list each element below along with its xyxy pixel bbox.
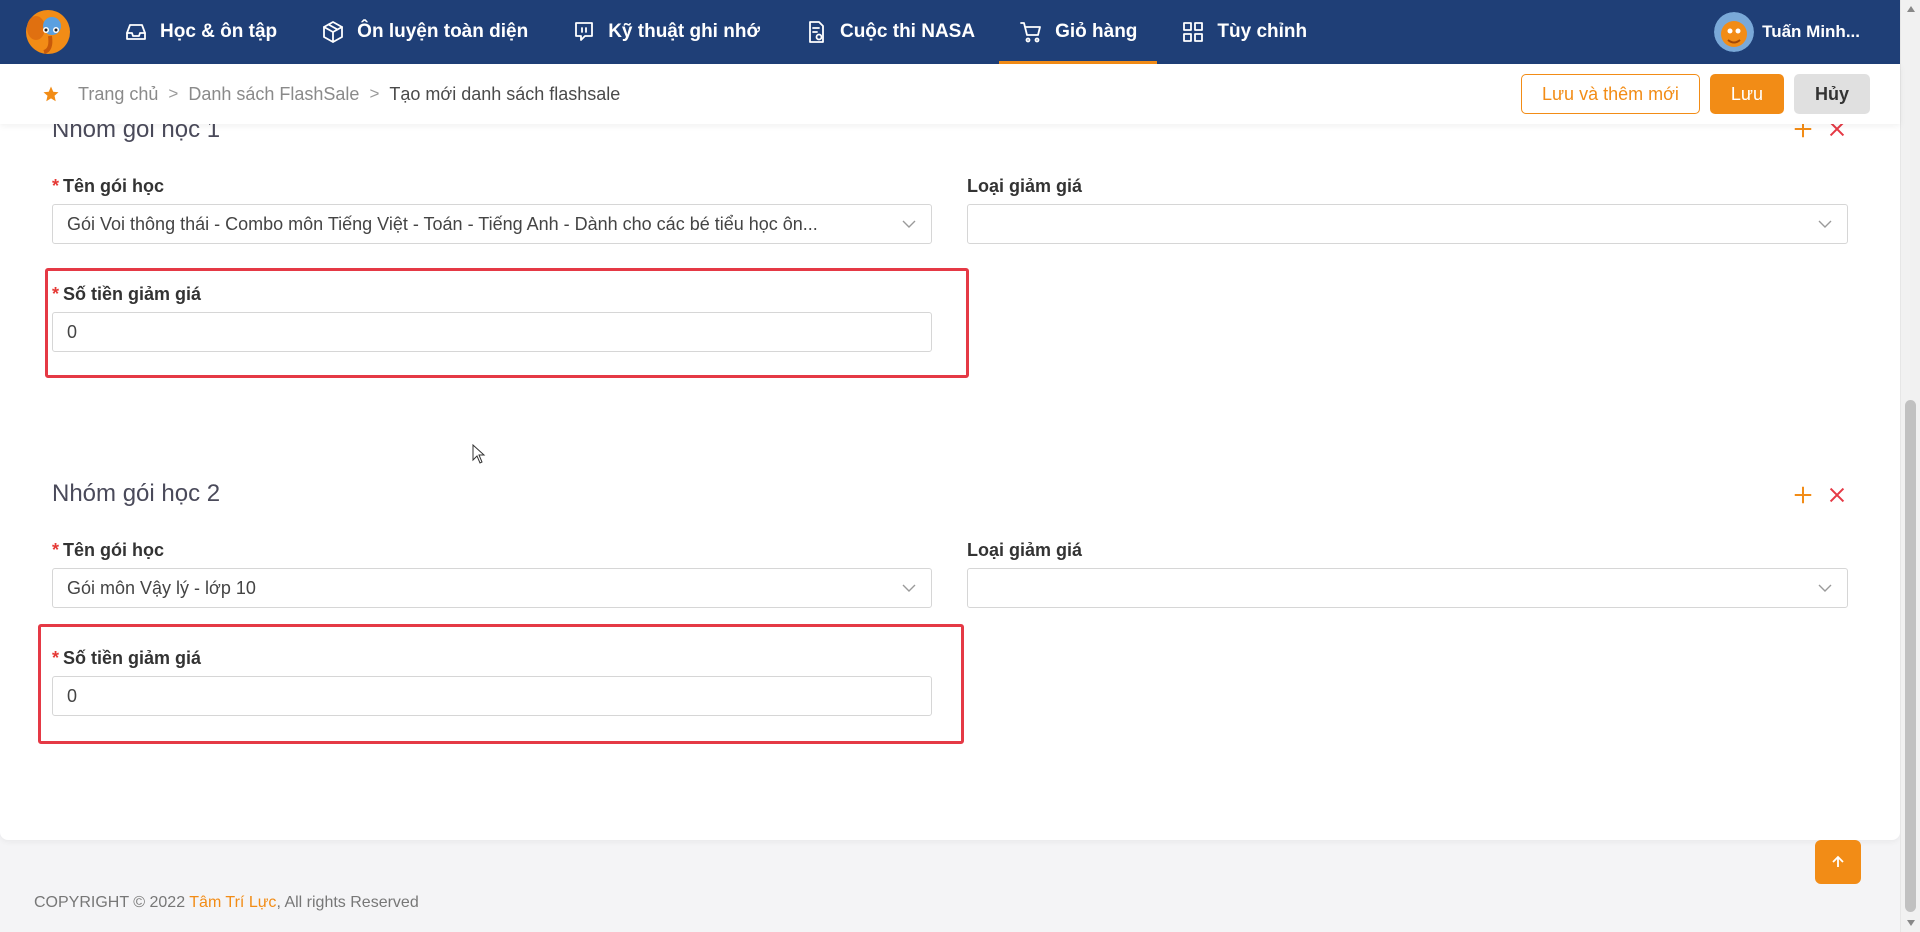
close-icon[interactable] bbox=[1826, 124, 1848, 140]
nav-item-label: Giỏ hàng bbox=[1055, 21, 1138, 42]
chat-icon bbox=[575, 22, 594, 41]
nav-item-tuy-chinh[interactable]: Tùy chỉnh bbox=[1159, 0, 1329, 64]
highlight-box bbox=[45, 268, 969, 378]
footer-copyright: COPYRIGHT © 2022 Tâm Trí Lực, All rights… bbox=[34, 894, 419, 912]
group-actions bbox=[1780, 124, 1848, 140]
save-and-new-button[interactable]: Lưu và thêm mới bbox=[1521, 74, 1700, 114]
document-icon bbox=[809, 21, 824, 43]
discount-type-select[interactable] bbox=[967, 204, 1848, 244]
top-navbar: Học & ôn tập Ôn luyện toàn diện Kỹ thuật… bbox=[0, 0, 1900, 64]
chevron-down-icon bbox=[902, 220, 916, 228]
user-menu[interactable]: Tuấn Minh... bbox=[1714, 12, 1860, 52]
group-actions bbox=[1780, 484, 1848, 506]
breadcrumb-separator: > bbox=[168, 84, 179, 103]
label-text: Loại giảm giá bbox=[967, 176, 1083, 196]
add-icon[interactable] bbox=[1792, 484, 1814, 506]
label-text: Tên gói học bbox=[63, 540, 165, 560]
label-text: Tên gói học bbox=[63, 176, 165, 196]
scroll-down-arrow-icon[interactable] bbox=[1901, 914, 1920, 932]
inbox-icon bbox=[126, 24, 146, 40]
select-value: Gói môn Vậy lý - lớp 10 bbox=[67, 577, 256, 598]
nav-item-cuoc-thi[interactable]: Cuộc thi NASA bbox=[782, 0, 997, 64]
cart-icon bbox=[1020, 22, 1041, 43]
nav-item-hoc-on-tap[interactable]: Học & ôn tập bbox=[102, 0, 299, 64]
scrollbar-thumb[interactable] bbox=[1905, 400, 1916, 912]
mouse-cursor-icon bbox=[472, 444, 486, 464]
nav-item-label: Tùy chỉnh bbox=[1217, 21, 1308, 42]
user-name: Tuấn Minh... bbox=[1762, 22, 1860, 41]
scroll-up-arrow-icon[interactable] bbox=[1901, 0, 1920, 18]
add-icon[interactable] bbox=[1792, 124, 1814, 140]
footer-suffix: , All rights Reserved bbox=[276, 894, 419, 911]
breadcrumb-flashsale-list[interactable]: Danh sách FlashSale bbox=[188, 84, 359, 105]
nav-item-label: Học & ôn tập bbox=[160, 21, 278, 42]
nav-item-label: Cuộc thi NASA bbox=[839, 21, 976, 42]
nav-item-label: Ôn luyện toàn diện bbox=[357, 21, 529, 42]
breadcrumb-home[interactable]: Trang chủ bbox=[78, 84, 158, 105]
avatar bbox=[1714, 12, 1755, 52]
footer-brand-link[interactable]: Tâm Trí Lực bbox=[189, 894, 276, 911]
chevron-down-icon bbox=[1818, 220, 1832, 228]
required-marker: * bbox=[52, 176, 60, 196]
discount-type-label: Loại giảm giá bbox=[967, 540, 1082, 561]
star-icon bbox=[43, 86, 59, 102]
nav-item-ky-thuat[interactable]: Kỹ thuật ghi nhớ bbox=[550, 0, 782, 64]
discount-type-label: Loại giảm giá bbox=[967, 176, 1082, 197]
arrow-up-icon bbox=[1832, 855, 1844, 867]
page-scrollbar[interactable] bbox=[1900, 0, 1920, 932]
group-title: Nhóm gói học 1 bbox=[52, 124, 221, 143]
cube-icon bbox=[323, 21, 344, 43]
page-actions: Lưu và thêm mới Lưu Hủy bbox=[1511, 74, 1870, 114]
discount-type-select[interactable] bbox=[967, 568, 1848, 608]
close-icon[interactable] bbox=[1826, 484, 1848, 506]
grid-icon bbox=[1183, 22, 1204, 42]
package-name-label: * Tên gói học bbox=[52, 540, 164, 561]
label-text: Loại giảm giá bbox=[967, 540, 1083, 560]
nav-item-label: Kỹ thuật ghi nhớ bbox=[608, 21, 760, 42]
nav-item-gio-hang[interactable]: Giỏ hàng bbox=[997, 0, 1159, 64]
scroll-to-top-button[interactable] bbox=[1815, 840, 1861, 884]
cancel-button[interactable]: Hủy bbox=[1793, 74, 1870, 114]
breadcrumb-separator: > bbox=[369, 84, 380, 103]
select-value: Gói Voi thông thái - Combo môn Tiếng Việ… bbox=[67, 213, 818, 234]
footer-prefix: COPYRIGHT © 2022 bbox=[34, 894, 190, 911]
breadcrumb-current: Tạo mới danh sách flashsale bbox=[389, 83, 621, 104]
form-card: Nhóm gói học 1 * Tên gói học Gói Voi thôn… bbox=[0, 124, 1900, 840]
nav-item-on-luyen[interactable]: Ôn luyện toàn diện bbox=[299, 0, 550, 64]
chevron-down-icon bbox=[902, 584, 916, 592]
group-title: Nhóm gói học 2 bbox=[52, 480, 221, 507]
chevron-down-icon bbox=[1818, 584, 1832, 592]
package-name-select[interactable]: Gói môn Vậy lý - lớp 10 bbox=[52, 568, 932, 608]
logo-icon[interactable] bbox=[22, 6, 74, 58]
package-name-label: * Tên gói học bbox=[52, 176, 164, 197]
save-button[interactable]: Lưu bbox=[1709, 74, 1784, 114]
breadcrumb: Trang chủ > Danh sách FlashSale > Tạo mớ… bbox=[0, 64, 1900, 124]
required-marker: * bbox=[52, 540, 60, 560]
package-name-select[interactable]: Gói Voi thông thái - Combo môn Tiếng Việ… bbox=[52, 204, 932, 244]
highlight-box bbox=[38, 624, 964, 744]
